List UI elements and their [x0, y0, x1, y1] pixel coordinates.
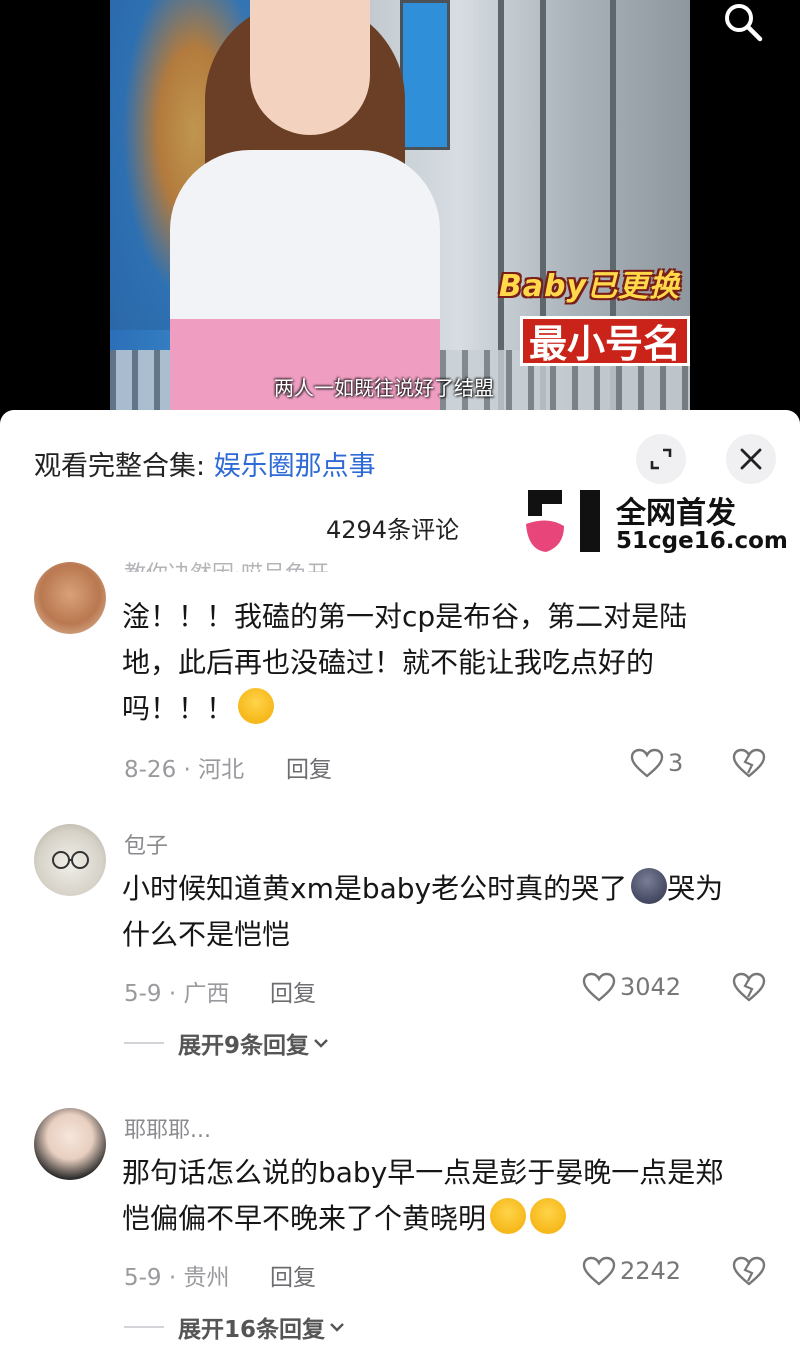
comment-date-location: 5-9 · 广西 [124, 981, 230, 1007]
close-button[interactable] [726, 434, 776, 484]
comment-username[interactable]: 包子 [124, 828, 168, 860]
avatar[interactable] [34, 824, 106, 896]
comment-date-location: 8-26 · 河北 [124, 757, 245, 783]
heart-icon [582, 972, 616, 1002]
chevron-down-icon [330, 1323, 344, 1332]
chevron-down-icon [314, 1039, 328, 1048]
person-body [170, 150, 440, 410]
comment-count: 4294条评论 [326, 516, 460, 544]
expand-icon [650, 448, 672, 470]
comment-username[interactable]: 耶耶耶... [124, 1112, 211, 1144]
comment-text: 小时候知道黄xm是baby老公时真的哭了 哭为 什么不是恺恺 [122, 866, 742, 958]
comment-line: 什么不是恺恺 [122, 918, 291, 951]
comment-username[interactable]: 教你决然因·哎呈色开 [124, 556, 329, 572]
comment-line: 那句话怎么说的baby早一点是彭于晏晚一点是郑 [122, 1156, 724, 1189]
comment-line: 恺偏偏不早不晚来了个黄晓明 [122, 1202, 487, 1235]
dislike-heart-icon[interactable] [732, 970, 766, 1004]
comment-text: 淦！！！我磕的第一对cp是布谷，第二对是陆 地，此后再也没磕过！就不能让我吃点好… [122, 594, 742, 732]
comment-line: 淦！！！我磕的第一对cp是布谷，第二对是陆 [122, 600, 688, 633]
door-frame [498, 0, 504, 410]
video-frame[interactable]: Baby已更换 最小号名 两人一如既往说好了结盟 [110, 0, 690, 410]
close-icon [740, 448, 762, 470]
like-button[interactable]: 2242 [582, 1254, 681, 1288]
dislike-heart-icon[interactable] [732, 1254, 766, 1288]
expand-button[interactable] [636, 434, 686, 484]
watermark-url: 51cge16.com [616, 528, 788, 554]
collection-name[interactable]: 娱乐圈那点事 [214, 451, 376, 482]
divider-dash [124, 1042, 164, 1044]
dislike-heart-icon[interactable] [732, 746, 766, 780]
avatar[interactable] [34, 1108, 106, 1180]
comment-line-with-emoji: 吗！！！ [122, 686, 742, 732]
avatar[interactable] [34, 562, 106, 634]
comment-date-location: 5-9 · 贵州 [124, 1265, 230, 1291]
person-face [250, 0, 370, 135]
like-button[interactable]: 3042 [582, 970, 681, 1004]
expand-replies-button[interactable]: 展开16条回复 [124, 1312, 345, 1343]
watermark-logo [526, 490, 600, 552]
reply-button[interactable]: 回复 [270, 1258, 316, 1292]
reply-button[interactable]: 回复 [286, 750, 332, 784]
heart-icon [630, 748, 664, 778]
reply-button[interactable]: 回复 [270, 974, 316, 1008]
video-overlay-tag: Baby已更换 [498, 269, 680, 304]
video-player[interactable]: Baby已更换 最小号名 两人一如既往说好了结盟 [0, 0, 800, 430]
watermark: 全网首发 51cge16.com [524, 490, 794, 560]
like-count: 3 [668, 749, 684, 777]
collection-link[interactable]: 观看完整合集: 娱乐圈那点事 [34, 444, 376, 483]
watermark-title: 全网首发 [616, 496, 736, 531]
like-button[interactable]: 3 [630, 746, 683, 780]
laughing-emoji [530, 1198, 567, 1234]
expand-replies-label: 展开16条回复 [178, 1317, 326, 1343]
comment-sheet: 观看完整合集: 娱乐圈那点事 4294条评论 全网首发 51cge16.com [0, 410, 800, 1349]
avatar-glasses [52, 851, 89, 869]
laughing-emoji [238, 688, 275, 724]
search-icon[interactable] [720, 0, 766, 46]
comment-line: 吗！！！ [122, 692, 235, 725]
expand-replies-label: 展开9条回复 [178, 1033, 310, 1059]
comment-line: 地，此后再也没磕过！就不能让我吃点好的 [122, 646, 655, 679]
laughing-emoji [490, 1198, 527, 1234]
collection-prefix: 观看完整合集: [34, 451, 214, 482]
expand-replies-button[interactable]: 展开9条回复 [124, 1028, 329, 1059]
divider-dash [124, 1326, 164, 1328]
comment-line-with-emoji: 恺偏偏不早不晚来了个黄晓明 [122, 1196, 742, 1242]
heart-icon [582, 1256, 616, 1286]
comment-text: 那句话怎么说的baby早一点是彭于晏晚一点是郑 恺偏偏不早不晚来了个黄晓明 [122, 1150, 742, 1242]
like-count: 2242 [620, 1257, 682, 1285]
video-overlay-headline: 最小号名 [519, 316, 690, 366]
sad-emoji [631, 868, 668, 904]
comment-line: 小时候知道黄xm是baby老公时真的哭了 [122, 872, 628, 905]
like-count: 3042 [620, 973, 682, 1001]
background-screen [400, 0, 450, 150]
comment-line: 哭为 [667, 872, 724, 905]
video-subtitle: 两人一如既往说好了结盟 [274, 376, 494, 400]
comment-line-with-emoji: 小时候知道黄xm是baby老公时真的哭了 哭为 [122, 866, 742, 912]
